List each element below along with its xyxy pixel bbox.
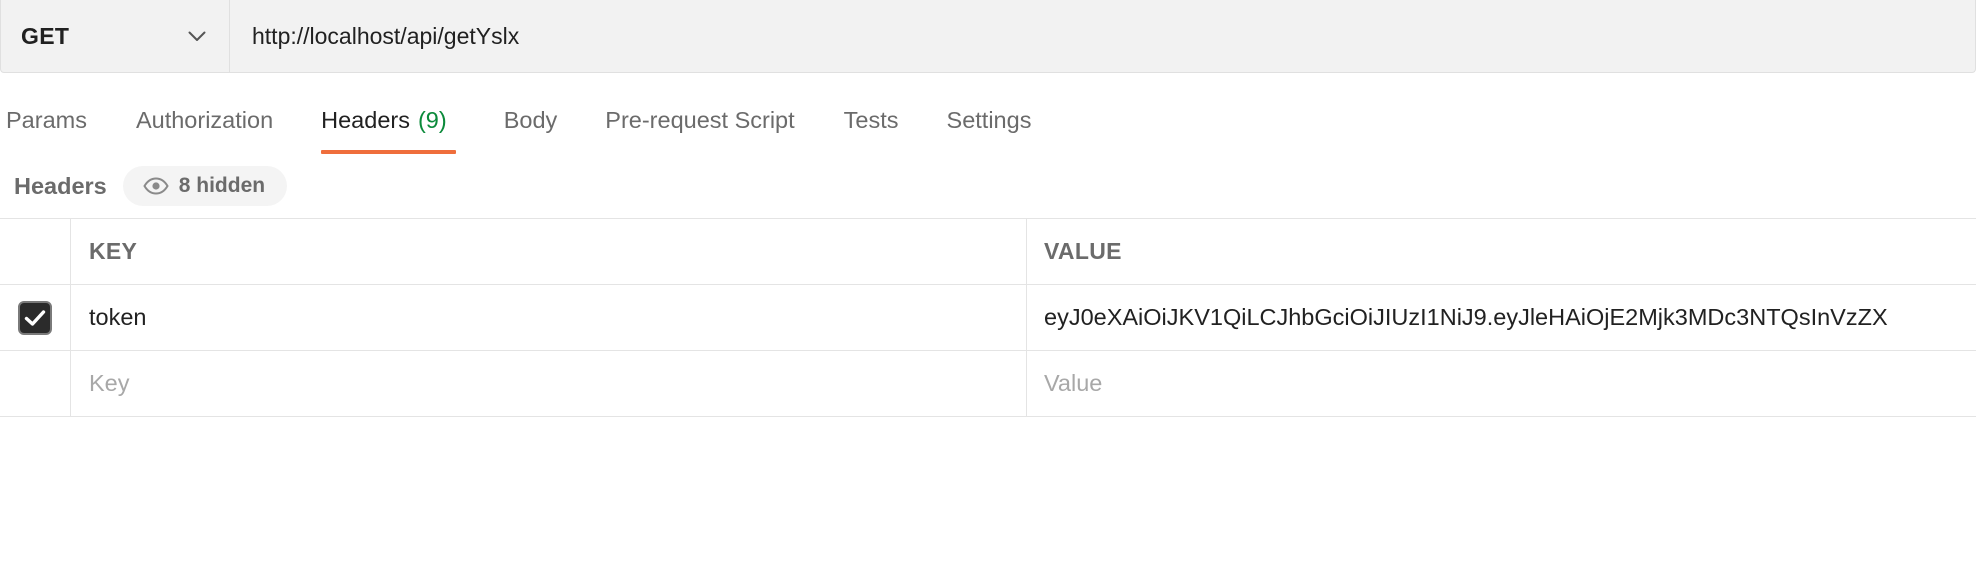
new-key-input[interactable]: Key: [71, 351, 1027, 416]
tab-label: Settings: [946, 107, 1032, 133]
row-checkbox-cell: [0, 351, 71, 416]
url-input[interactable]: http://localhost/api/getYslx: [230, 0, 1975, 72]
tab-body[interactable]: Body: [504, 96, 558, 154]
key-column-header: KEY: [71, 219, 1027, 284]
header-key-field[interactable]: token: [71, 285, 1027, 350]
tab-label: Tests: [843, 107, 899, 133]
tab-label: Body: [503, 107, 558, 133]
table-header-row: KEY VALUE: [0, 219, 1976, 285]
row-checkbox-cell: [0, 285, 71, 350]
tab-pre-request-script[interactable]: Pre-request Script: [605, 96, 794, 154]
eye-icon: [143, 177, 169, 195]
chevron-down-icon: [187, 26, 207, 46]
checkmark-icon: [24, 309, 46, 326]
value-column-header: VALUE: [1044, 238, 1122, 264]
checkbox-column-header: [0, 219, 71, 284]
tab-tests[interactable]: Tests: [844, 96, 899, 154]
hidden-headers-label: 8 hidden: [178, 174, 266, 197]
tab-label: Pre-request Script: [605, 107, 795, 133]
new-value-input[interactable]: Value: [1027, 351, 1976, 416]
request-tabs: Params Authorization Headers (9) Body Pr…: [0, 96, 1031, 154]
tab-settings[interactable]: Settings: [947, 96, 1032, 154]
tab-headers[interactable]: Headers (9): [321, 96, 456, 154]
headers-subbar: Headers 8 hidden: [14, 166, 288, 206]
table-row-new: Key Value: [0, 351, 1976, 417]
tab-label: Authorization: [135, 107, 274, 133]
tab-label: Headers: [321, 107, 410, 133]
method-label: GET: [21, 22, 70, 49]
method-select[interactable]: GET: [1, 0, 230, 72]
request-url-bar: GET http://localhost/api/getYslx: [0, 0, 1976, 73]
tab-count-badge: (9): [417, 107, 447, 133]
row-enabled-checkbox[interactable]: [18, 300, 52, 335]
table-row: token eyJ0eXAiOiJKV1QiLCJhbGciOiJIUzI1Ni…: [0, 285, 1976, 351]
headers-table: KEY VALUE token eyJ0eXAiOiJKV1QiLCJhbGci…: [0, 218, 1976, 417]
headers-title: Headers: [14, 172, 107, 199]
header-value-field[interactable]: eyJ0eXAiOiJKV1QiLCJhbGciOiJIUzI1NiJ9.eyJ…: [1027, 285, 1976, 350]
tab-authorization[interactable]: Authorization: [136, 96, 273, 154]
tab-params[interactable]: Params: [6, 96, 87, 154]
tab-label: Params: [6, 107, 87, 133]
hidden-headers-toggle[interactable]: 8 hidden: [122, 166, 288, 206]
